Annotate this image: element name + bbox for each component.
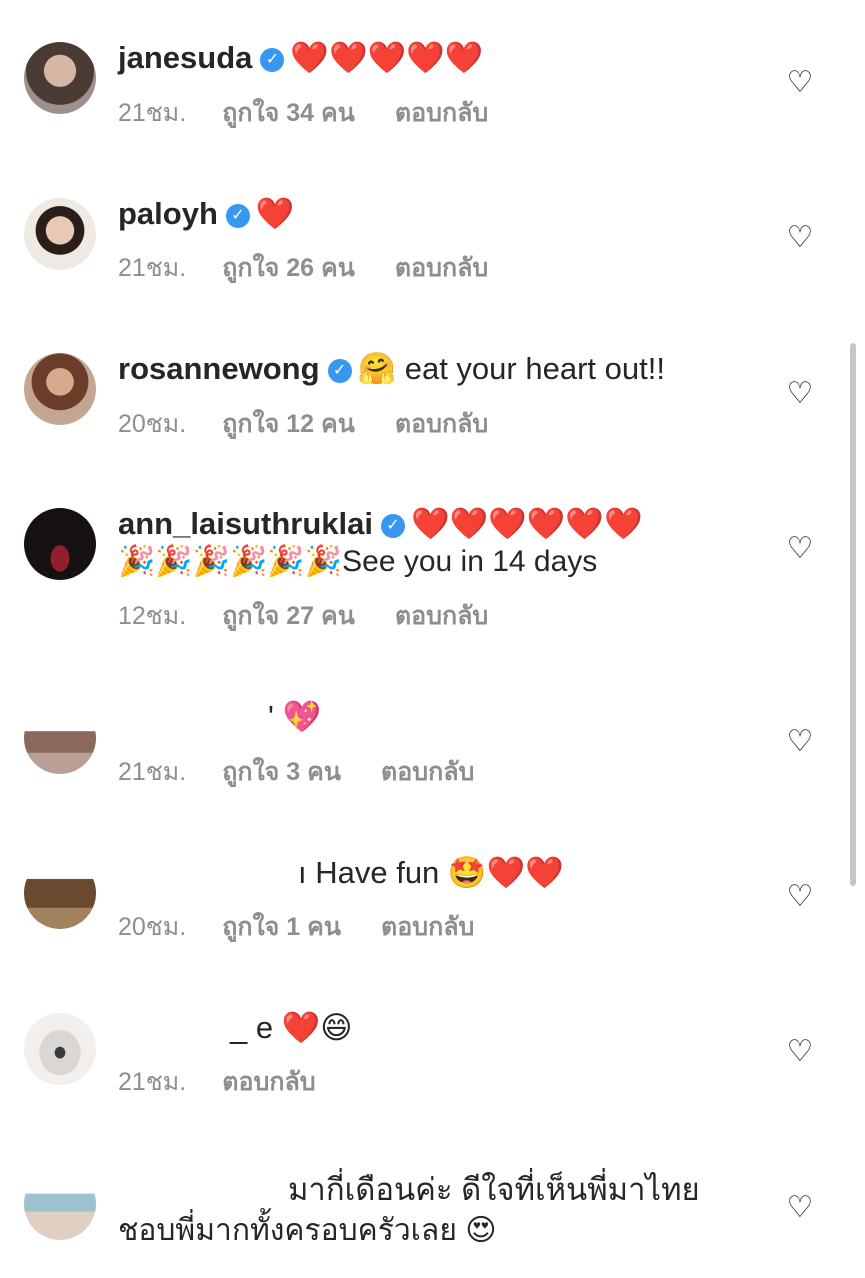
likes-count-link[interactable]: ถูกใจ 3 คน [222, 756, 341, 788]
comment-text: _ e ❤️😄 [230, 1010, 353, 1045]
heart-outline-icon[interactable]: ♡ [784, 726, 816, 758]
heart-outline-icon[interactable]: ♡ [784, 378, 816, 410]
comment-text: 🤗 eat your heart out!! [357, 351, 665, 386]
comment-time: 20ชม. [118, 913, 187, 941]
comment-text: ❤️❤️❤️❤️❤️ [290, 40, 484, 75]
avatar[interactable] [24, 857, 96, 929]
heart-outline-icon[interactable]: ♡ [784, 1192, 816, 1224]
verified-badge-icon: ✓ [380, 514, 405, 538]
heart-outline-icon[interactable]: ♡ [784, 1036, 816, 1068]
heart-outline-icon[interactable]: ♡ [784, 533, 816, 565]
reply-button[interactable]: ตอบกลับ [395, 97, 488, 129]
verified-badge-icon: ✓ [260, 48, 285, 72]
comment-text: มากี่เดือนค่ะ ดีใจที่เห็นพี่มาไทย [288, 1172, 700, 1207]
comment-time: 21ชม. [118, 1068, 187, 1096]
reply-button[interactable]: ตอบกลับ [395, 600, 488, 632]
comment-text: ❤️ [255, 196, 295, 231]
heart-outline-icon[interactable]: ♡ [784, 881, 816, 913]
avatar[interactable] [24, 1013, 96, 1085]
likes-count-link[interactable]: ถูกใจ 1 คน [222, 911, 341, 943]
heart-outline-icon[interactable]: ♡ [784, 222, 816, 254]
avatar[interactable] [24, 353, 96, 425]
comment-text-continued: ชอบพี่มากทั้งครอบครัวเลย 😍 [118, 1214, 497, 1247]
likes-count-link[interactable]: ถูกใจ 27 คน [222, 600, 355, 632]
comment-text-continued: 🎉🎉🎉🎉🎉🎉See you in 14 days [118, 545, 598, 578]
verified-badge-icon: ✓ [327, 359, 352, 383]
reply-button[interactable]: ตอบกลับ [381, 911, 474, 943]
username[interactable]: janesuda [118, 40, 252, 75]
avatar[interactable] [24, 702, 96, 774]
comment-time: 12ชม. [118, 602, 187, 630]
username[interactable]: paloyh [118, 196, 218, 231]
comment-time: 20ชม. [118, 410, 187, 438]
username[interactable]: ann_laisuthruklai [118, 506, 373, 541]
reply-button[interactable]: ตอบกลับ [222, 1066, 315, 1098]
username[interactable]: rosannewong [118, 351, 320, 386]
likes-count-link[interactable]: ถูกใจ 12 คน [222, 408, 355, 440]
reply-button[interactable]: ตอบกลับ [395, 408, 488, 440]
reply-button[interactable]: ตอบกลับ [395, 252, 488, 284]
avatar[interactable] [24, 198, 96, 270]
comment-time: 21ชม. [118, 254, 187, 282]
likes-count-link[interactable]: ถูกใจ 26 คน [222, 252, 355, 284]
comment-text: ❤️❤️❤️❤️❤️❤️ [410, 506, 643, 541]
reply-button[interactable]: ตอบกลับ [381, 756, 474, 788]
comment-text: ' 💖 [268, 699, 322, 734]
scrollbar[interactable] [850, 343, 856, 886]
avatar[interactable] [24, 42, 96, 114]
avatar[interactable] [24, 1168, 96, 1240]
comment-time: 21ชม. [118, 99, 187, 127]
verified-badge-icon: ✓ [225, 204, 250, 228]
avatar[interactable] [24, 508, 96, 580]
likes-count-link[interactable]: ถูกใจ 34 คน [222, 97, 355, 129]
comment-time: 21ชม. [118, 758, 187, 786]
heart-outline-icon[interactable]: ♡ [784, 67, 816, 99]
comment-text: ı Have fun 🤩❤️❤️ [298, 855, 564, 890]
